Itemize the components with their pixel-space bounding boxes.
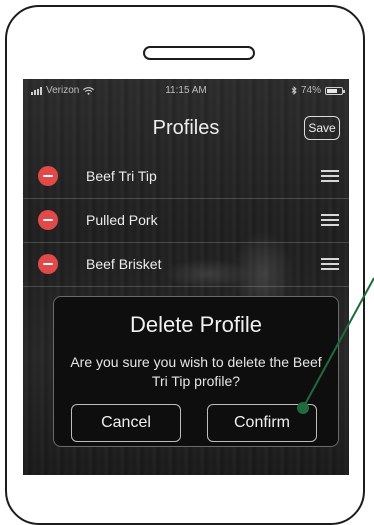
- phone-speaker: [143, 46, 255, 60]
- profile-label: Pulled Pork: [86, 212, 158, 228]
- reorder-icon[interactable]: [321, 258, 339, 270]
- dialog-title: Delete Profile: [129, 312, 263, 337]
- reorder-icon[interactable]: [321, 214, 339, 226]
- profile-label: Beef Tri Tip: [86, 168, 157, 184]
- profile-label: Beef Brisket: [86, 256, 162, 272]
- cancel-button[interactable]: Cancel: [71, 404, 181, 442]
- confirm-button[interactable]: Confirm: [207, 404, 317, 442]
- delete-profile-dialog: Delete Profile Are you sure you wish to …: [53, 296, 339, 447]
- battery-icon: [325, 86, 345, 95]
- delete-minus-icon[interactable]: [38, 210, 58, 230]
- bluetooth-icon: [291, 86, 297, 95]
- dialog-message: Are you sure you wish to delete the Beef…: [70, 354, 322, 389]
- delete-minus-icon[interactable]: [38, 254, 58, 274]
- page-title: Profiles: [152, 117, 220, 139]
- reorder-icon[interactable]: [321, 170, 339, 182]
- delete-minus-icon[interactable]: [38, 166, 58, 186]
- app-screen: Verizon 11:15 AM 74% Profiles Save Beef …: [23, 79, 349, 475]
- list-item[interactable]: Beef Tri Tip: [23, 154, 349, 199]
- battery-fill: [327, 88, 337, 93]
- list-item[interactable]: Beef Brisket: [23, 242, 349, 287]
- save-button[interactable]: Save: [304, 116, 340, 140]
- battery-percent: 74%: [300, 85, 321, 96]
- status-bar: Verizon 11:15 AM 74%: [23, 79, 349, 101]
- list-item[interactable]: Pulled Pork: [23, 198, 349, 243]
